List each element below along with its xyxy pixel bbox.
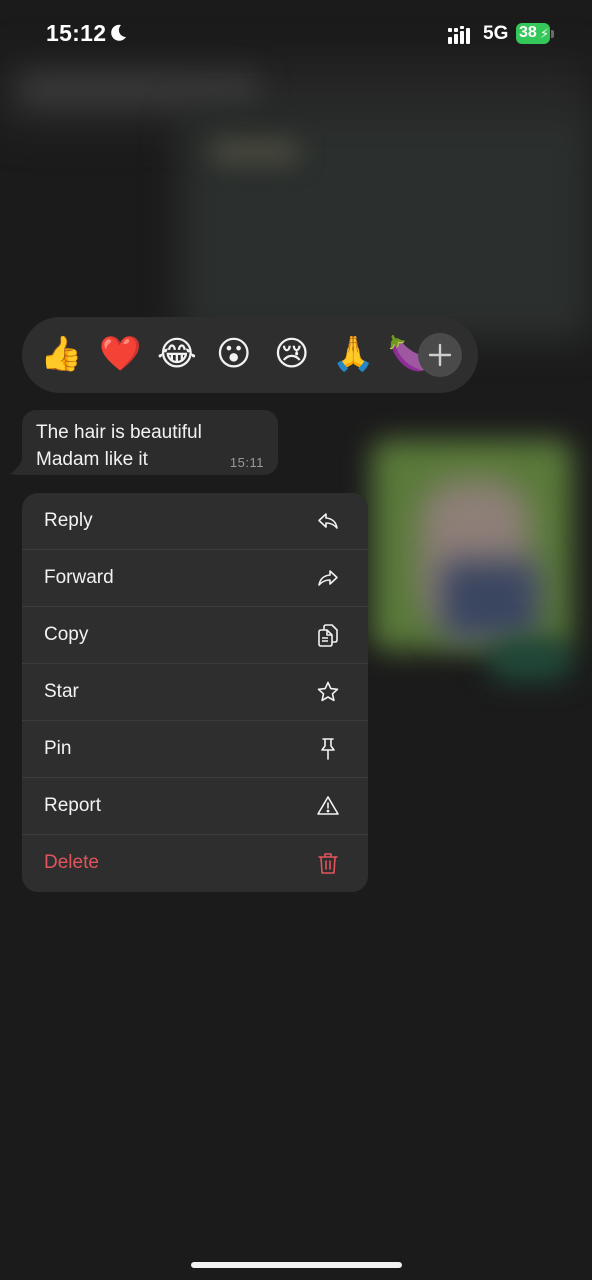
- status-bar: 15:12 5G 38 ⚡: [0, 0, 592, 68]
- star-icon: [317, 681, 339, 702]
- message-bubble[interactable]: The hair is beautiful Madam like it 15:1…: [22, 410, 278, 475]
- reaction-tears-of-joy[interactable]: 😂: [157, 334, 197, 374]
- menu-item-label: Reply: [44, 510, 93, 531]
- network-type: 5G: [483, 23, 509, 44]
- pin-icon: [321, 738, 335, 760]
- reaction-folded-hands[interactable]: 🙏: [332, 334, 374, 374]
- menu-item-label: Forward: [44, 567, 114, 588]
- charging-bolt-icon: ⚡: [540, 26, 550, 41]
- menu-item-star[interactable]: Star: [22, 664, 368, 721]
- menu-item-label: Delete: [44, 852, 99, 873]
- copy-icon: [318, 624, 338, 647]
- menu-item-copy[interactable]: Copy: [22, 607, 368, 664]
- menu-item-reply[interactable]: Reply: [22, 493, 368, 550]
- menu-item-forward[interactable]: Forward: [22, 550, 368, 607]
- battery-level: 38: [519, 24, 537, 41]
- menu-item-delete[interactable]: Delete: [22, 835, 368, 892]
- menu-item-label: Star: [44, 681, 79, 702]
- menu-item-report[interactable]: Report: [22, 778, 368, 835]
- reaction-bar: 👍 ❤️ 😂 😮 😢 🙏 🍆: [22, 317, 478, 393]
- menu-item-label: Report: [44, 795, 102, 816]
- forward-icon: [318, 570, 338, 586]
- reaction-crying[interactable]: 😢: [274, 334, 309, 374]
- plus-icon: [428, 343, 452, 367]
- status-time: 15:12: [46, 20, 107, 46]
- signal-icon: [448, 26, 470, 44]
- message-text: The hair is beautiful Madam like it: [36, 422, 202, 470]
- home-indicator[interactable]: [191, 1262, 402, 1268]
- menu-item-label: Pin: [44, 738, 72, 759]
- more-reactions-button[interactable]: [418, 333, 462, 377]
- menu-item-pin[interactable]: Pin: [22, 721, 368, 778]
- reaction-thumbs-up[interactable]: 👍: [40, 334, 82, 374]
- menu-item-label: Copy: [44, 624, 89, 645]
- trash-icon: [318, 853, 338, 874]
- reaction-red-heart[interactable]: ❤️: [99, 334, 141, 374]
- moon-icon: [111, 24, 126, 41]
- message-context-menu: Reply Forward Copy Star Pin Report Delet…: [22, 493, 368, 892]
- reply-icon: [318, 513, 338, 529]
- message-timestamp: 15:11: [229, 455, 264, 470]
- warning-icon: [317, 796, 339, 815]
- reaction-surprised[interactable]: 😮: [216, 334, 251, 374]
- battery-indicator: 38 ⚡: [516, 23, 554, 44]
